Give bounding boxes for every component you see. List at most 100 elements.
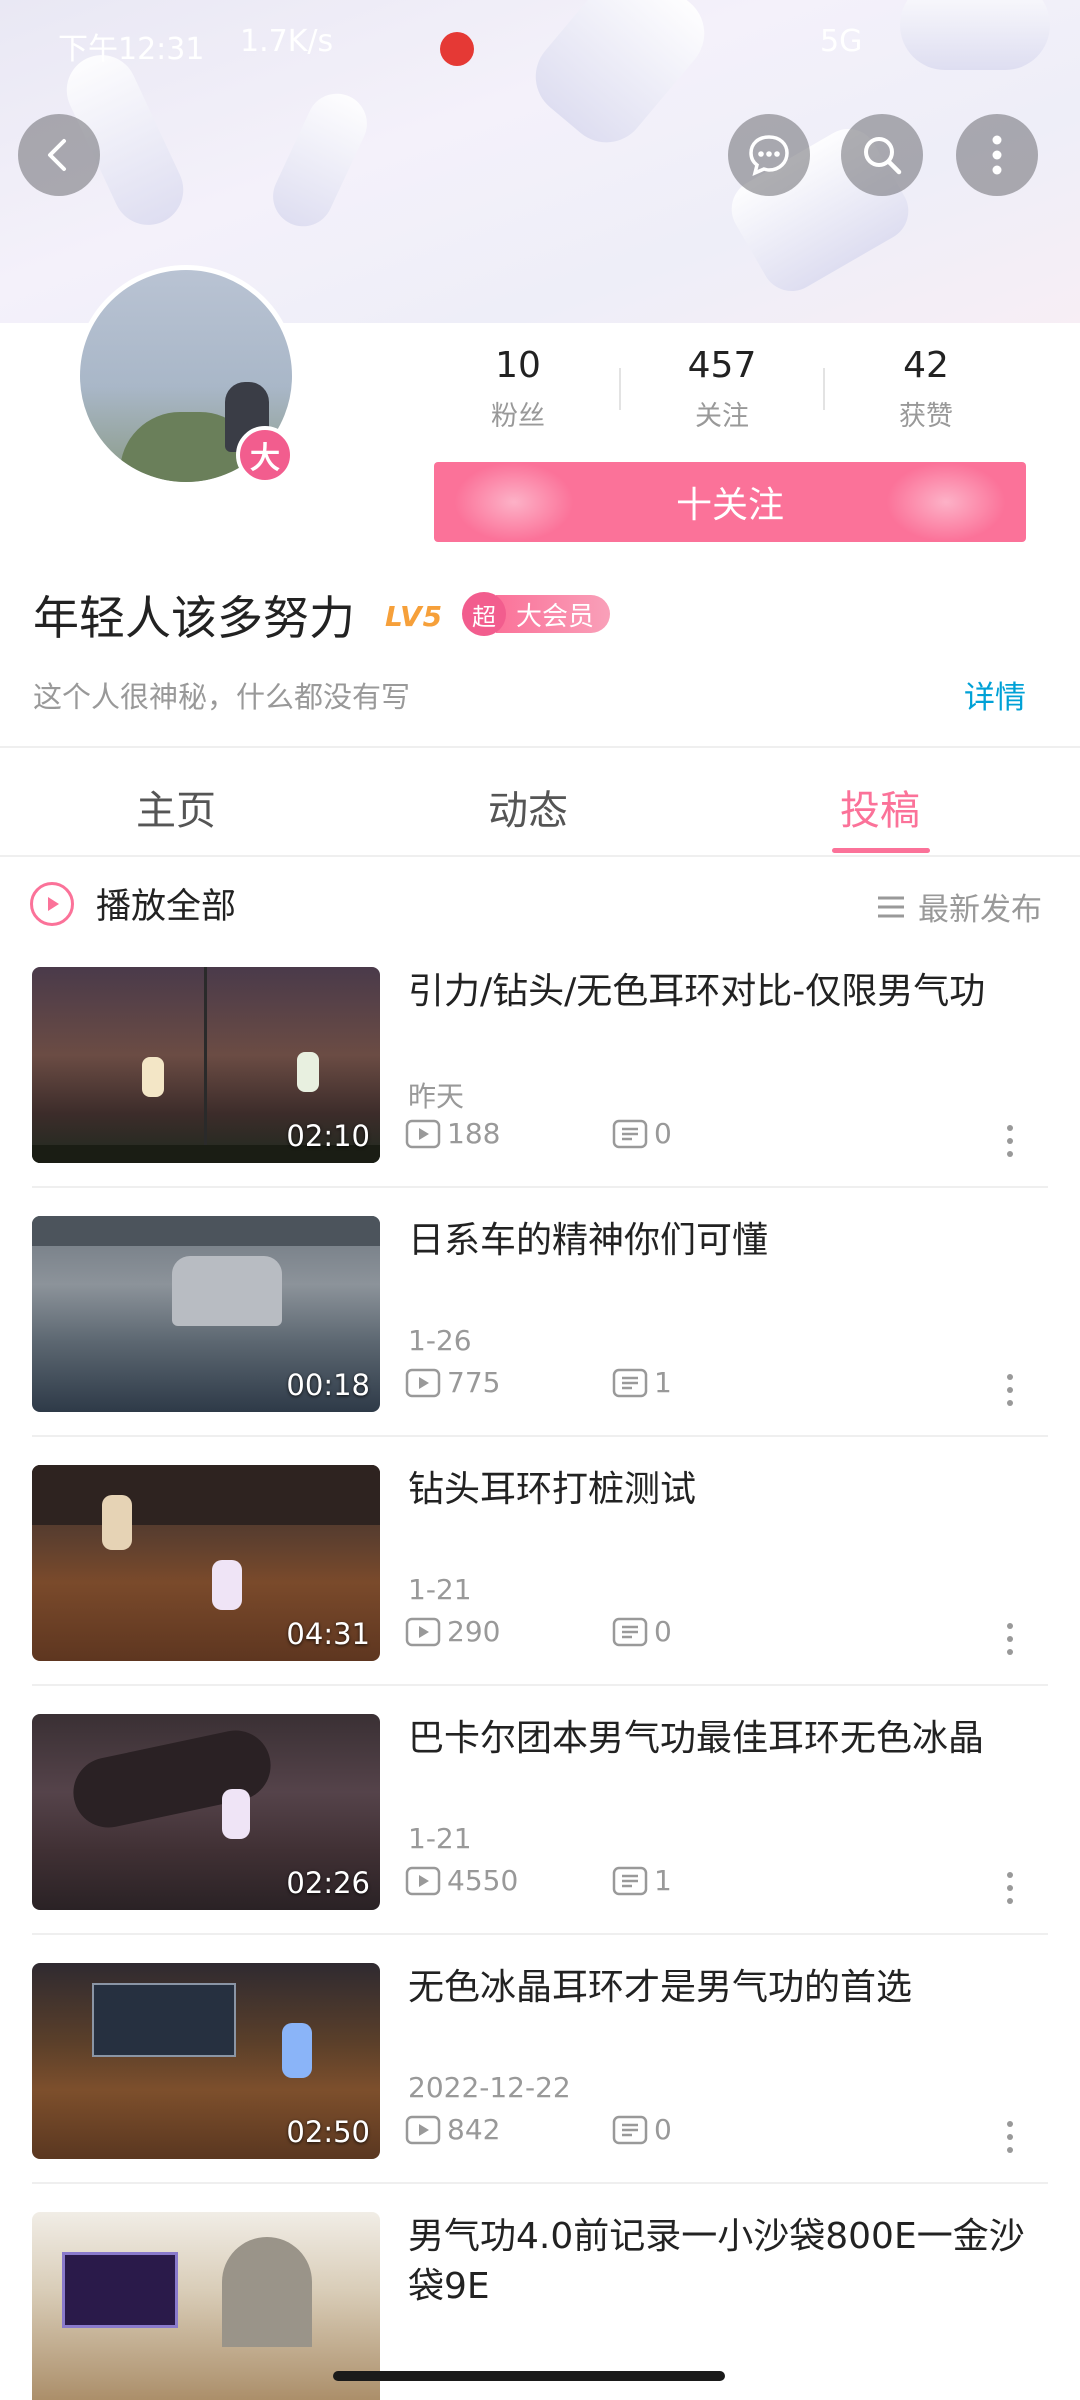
video-thumbnail[interactable]: 04:31 — [32, 1465, 380, 1661]
video-duration: 00:18 — [286, 1368, 370, 1402]
comment-count: 0 — [654, 1117, 672, 1150]
stat-label: 粉丝 — [491, 401, 545, 432]
video-comments: 1 — [612, 1366, 672, 1399]
view-count: 842 — [447, 2113, 501, 2146]
search-button[interactable] — [841, 114, 923, 196]
sort-list-icon — [878, 896, 904, 917]
thumbnail-character — [142, 1057, 164, 1097]
video-item[interactable]: 02:50 无色冰晶耳环才是男气功的首选 2022-12-22 842 0 — [0, 1963, 1080, 2213]
thumbnail-building — [32, 1216, 380, 1246]
sort-button[interactable]: 最新发布 — [876, 884, 1042, 929]
video-item[interactable]: 04:31 钻头耳环打桩测试 1-21 290 0 — [0, 1465, 1080, 1715]
video-title[interactable]: 无色冰晶耳环才是男气功的首选 — [408, 1963, 1028, 2013]
video-title[interactable]: 引力/钻头/无色耳环对比-仅限男气功 — [408, 967, 1028, 1017]
profile-name: 年轻人该多努力 — [33, 591, 355, 645]
video-more-icon[interactable] — [1006, 1623, 1014, 1659]
view-count: 775 — [447, 1366, 501, 1399]
thumbnail-car — [172, 1256, 282, 1326]
video-title[interactable]: 日系车的精神你们可懂 — [408, 1216, 1028, 1266]
stat-likes[interactable]: 42 获赞 — [846, 345, 1006, 433]
stat-following[interactable]: 457 关注 — [642, 345, 802, 433]
comment-count-icon — [612, 1368, 648, 1397]
detail-link[interactable]: 详情 — [964, 672, 1026, 717]
status-time: 下午12:31 — [58, 32, 205, 67]
vip-badge[interactable]: 超 大会员 — [462, 592, 611, 636]
video-item[interactable]: 02:26 巴卡尔团本男气功最佳耳环无色冰晶 1-21 4550 1 — [0, 1714, 1080, 1964]
follow-button[interactable]: 十关注 — [434, 462, 1026, 542]
divider — [0, 746, 1080, 748]
wing-decoration-left — [454, 462, 574, 542]
thumbnail-character — [102, 1495, 132, 1550]
level-badge: LV5 — [385, 600, 444, 633]
comment-count: 0 — [654, 1615, 672, 1648]
stat-value: 10 — [495, 345, 541, 386]
stat-value: 457 — [687, 345, 757, 386]
list-divider — [32, 1933, 1048, 1935]
stat-label: 关注 — [695, 401, 749, 432]
status-bar: 下午12:31 1.7K/s 5G — [0, 0, 1080, 80]
message-button[interactable] — [728, 114, 810, 196]
video-item[interactable]: 00:18 日系车的精神你们可懂 1-26 775 1 — [0, 1216, 1080, 1466]
video-thumbnail[interactable] — [32, 2212, 380, 2400]
video-views: 775 — [405, 1366, 500, 1399]
video-more-icon[interactable] — [1006, 1374, 1014, 1410]
thumbnail-character — [282, 2023, 312, 2078]
video-comments: 0 — [612, 1615, 672, 1648]
tab-submissions[interactable]: 投稿 — [840, 778, 920, 836]
thumbnail-character — [222, 1789, 250, 1839]
video-item[interactable]: 02:10 引力/钻头/无色耳环对比-仅限男气功 昨天 188 0 — [0, 967, 1080, 1217]
list-divider — [32, 1186, 1048, 1188]
vip-text: 大会员 — [496, 595, 611, 633]
video-thumbnail[interactable]: 00:18 — [32, 1216, 380, 1412]
play-all-label: 播放全部 — [96, 887, 237, 927]
view-count: 188 — [447, 1117, 501, 1150]
thumbnail-split — [204, 967, 207, 1163]
video-more-icon[interactable] — [1006, 1125, 1014, 1161]
netease-music-icon — [440, 32, 474, 66]
video-date: 1-26 — [408, 1324, 472, 1357]
video-comments: 0 — [612, 2113, 672, 2146]
play-count-icon — [405, 1866, 441, 1895]
video-date: 1-21 — [408, 1822, 472, 1855]
video-views: 4550 — [405, 1864, 518, 1897]
video-date: 2022-12-22 — [408, 2071, 571, 2104]
vip-icon: 超 — [462, 592, 506, 636]
more-button[interactable] — [956, 114, 1038, 196]
video-title[interactable]: 钻头耳环打桩测试 — [408, 1465, 1028, 1515]
video-date: 昨天 — [408, 1080, 465, 1113]
tab-dynamic[interactable]: 动态 — [488, 778, 568, 836]
sort-label: 最新发布 — [918, 892, 1042, 928]
thumbnail-dialog — [92, 1983, 236, 2057]
banner-decoration — [263, 83, 377, 237]
video-thumbnail[interactable]: 02:10 — [32, 967, 380, 1163]
home-indicator[interactable] — [333, 2371, 725, 2381]
back-arrow-icon — [48, 139, 66, 171]
stat-divider — [823, 368, 825, 410]
video-title[interactable]: 巴卡尔团本男气功最佳耳环无色冰晶 — [408, 1714, 1028, 1764]
video-title[interactable]: 男气功4.0前记录一小沙袋800E一金沙袋9E — [408, 2212, 1028, 2312]
stat-value: 42 — [903, 345, 949, 386]
play-all-button[interactable]: 播放全部 — [30, 878, 236, 929]
video-duration: 04:31 — [286, 1617, 370, 1651]
video-duration: 02:26 — [286, 1866, 370, 1900]
video-comments: 1 — [612, 1864, 672, 1897]
status-speed: 1.7K/s — [240, 24, 334, 59]
view-count: 4550 — [447, 1864, 519, 1897]
video-more-icon[interactable] — [1006, 2121, 1014, 2157]
stat-fans[interactable]: 10 粉丝 — [438, 345, 598, 433]
tab-home[interactable]: 主页 — [136, 778, 216, 836]
more-vertical-icon — [992, 135, 1002, 175]
back-button[interactable] — [18, 114, 100, 196]
message-icon — [749, 135, 789, 177]
video-thumbnail[interactable]: 02:26 — [32, 1714, 380, 1910]
thumbnail-character — [297, 1052, 319, 1092]
video-more-icon[interactable] — [1006, 1872, 1014, 1908]
comment-count-icon — [612, 1119, 648, 1148]
video-comments: 0 — [612, 1117, 672, 1150]
video-thumbnail[interactable]: 02:50 — [32, 1963, 380, 2159]
video-views: 842 — [405, 2113, 500, 2146]
play-count-icon — [405, 2115, 441, 2144]
list-divider — [32, 1684, 1048, 1686]
view-count: 290 — [447, 1615, 501, 1648]
stat-label: 获赞 — [899, 401, 953, 432]
